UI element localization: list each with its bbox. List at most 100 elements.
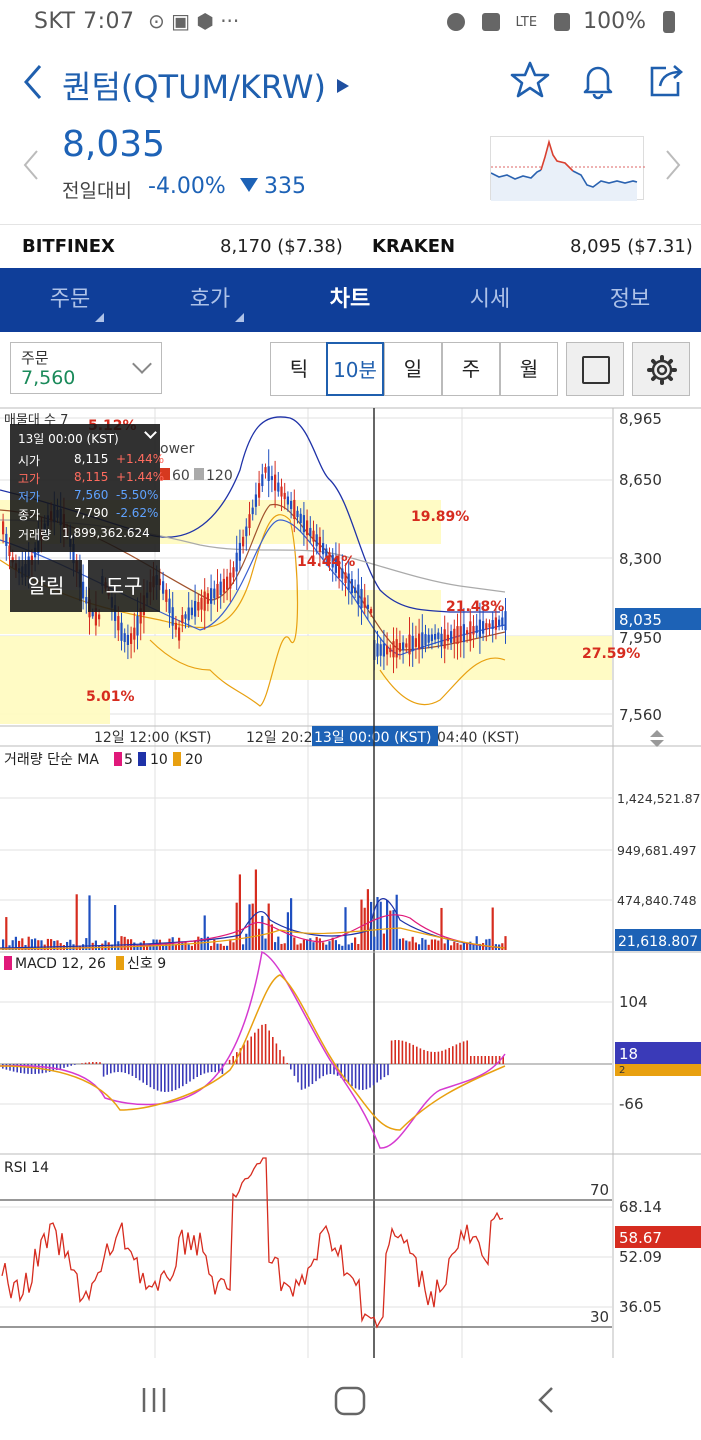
macd-bar (138, 1064, 141, 1081)
prev-coin-icon[interactable] (22, 148, 40, 191)
volume-bar (226, 945, 229, 950)
macd-bar (304, 1064, 306, 1089)
mini-chart[interactable] (490, 136, 645, 201)
volume-bar (280, 943, 283, 950)
volume-bar (389, 910, 392, 950)
candle-body (184, 614, 187, 619)
volume-bar (440, 907, 443, 950)
macd-bar (279, 1049, 281, 1064)
alarm-button[interactable]: 알림 (10, 560, 82, 612)
macd-bar (261, 1024, 263, 1064)
volume-bar (232, 942, 235, 950)
chevron-down-icon (132, 354, 152, 374)
bell-icon[interactable] (578, 60, 618, 100)
macd-bar (178, 1064, 180, 1089)
period-month[interactable]: 월 (500, 342, 558, 396)
tooltip-low: 저가 7,560 -5.50% (18, 488, 159, 504)
candle-body (123, 633, 126, 643)
candle-body (411, 635, 414, 652)
macd-axis-label: 104 (619, 993, 648, 1011)
macd-bar (354, 1064, 357, 1089)
volume-axis-label: 949,681.497 (617, 843, 697, 858)
candle-body (91, 611, 94, 617)
volume-bar (229, 939, 232, 950)
panel-resize-icon[interactable] (650, 730, 664, 747)
macd-signal-legend: 신호 9 (127, 956, 166, 972)
chevron-down-icon[interactable] (144, 426, 157, 439)
tab-chart[interactable]: 차트 (280, 268, 420, 332)
battery-percent: 100% (583, 9, 646, 34)
candle-body (187, 607, 190, 621)
macd-bar (376, 1064, 378, 1083)
recent-apps-icon[interactable] (142, 1388, 166, 1412)
coin-selector-caret-icon[interactable] (337, 79, 349, 93)
next-coin-icon[interactable] (664, 148, 682, 191)
legend-fragment: ower (160, 441, 195, 457)
back-icon[interactable] (18, 62, 48, 102)
volume-bar (283, 943, 286, 950)
macd-bar (272, 1037, 274, 1064)
tooltip-open: 시가 8,115 +1.44% (18, 452, 165, 468)
home-icon[interactable] (334, 1386, 366, 1416)
period-day[interactable]: 일 (384, 342, 442, 396)
fullscreen-button[interactable] (566, 342, 624, 396)
candle-body (427, 634, 430, 643)
macd-bar (448, 1047, 450, 1064)
page-title[interactable]: 퀀텀(QTUM/KRW) (62, 62, 326, 108)
volume-bar (338, 944, 341, 950)
period-tick[interactable]: 틱 (270, 342, 328, 396)
volume-ma-10: 10 (150, 752, 168, 768)
candle-body (206, 593, 209, 604)
current-price: 8,035 (62, 124, 166, 165)
change-value: 335 (240, 174, 306, 199)
volume-bar (459, 944, 462, 950)
macd-bar (210, 1064, 213, 1073)
tab-order[interactable]: 주문 (0, 268, 140, 332)
volume-bar (334, 940, 337, 950)
macd-bar (318, 1064, 321, 1079)
candle-body (363, 597, 366, 608)
macd-bar (491, 1056, 494, 1064)
back-nav-icon[interactable] (538, 1387, 553, 1413)
macd-bar (142, 1064, 144, 1083)
macd-bar (412, 1044, 414, 1064)
candle-body (322, 542, 325, 555)
candle-body (261, 474, 264, 487)
star-icon[interactable] (510, 60, 550, 100)
macd-bar (452, 1046, 454, 1064)
candle-body (392, 641, 395, 658)
volume-bar (437, 940, 440, 950)
candle-body (235, 552, 238, 572)
exchange-name: BITFINEX (22, 236, 115, 257)
period-10min[interactable]: 10분 (326, 342, 384, 396)
macd-bar (92, 1062, 94, 1064)
time-label: 12일 12:00 (KST) (94, 730, 211, 746)
macd-bar (326, 1064, 328, 1075)
tab-orderbook[interactable]: 호가 (140, 268, 280, 332)
candle-body (286, 496, 289, 505)
candle-body (203, 591, 206, 611)
volume-badge: 21,618.807 (618, 934, 698, 950)
share-icon[interactable] (646, 60, 686, 100)
tools-button[interactable]: 도구 (88, 560, 160, 612)
volume-bar (219, 943, 222, 950)
main-tabs: 주문 호가 차트 시세 정보 (0, 268, 701, 332)
macd-bar (459, 1042, 461, 1064)
system-nav-bar (0, 1360, 701, 1440)
macd-bar (81, 1063, 83, 1064)
macd-bar (430, 1051, 432, 1064)
square-icon (582, 356, 610, 384)
period-week[interactable]: 주 (442, 342, 500, 396)
macd-bar (264, 1024, 267, 1064)
candle-body (248, 514, 251, 529)
volume-bar (290, 898, 293, 950)
macd-bar (311, 1064, 314, 1085)
tab-info[interactable]: 정보 (560, 268, 700, 332)
settings-button[interactable] (632, 342, 690, 396)
order-price-select[interactable]: 주문 7,560 (10, 342, 162, 394)
volume-bar (424, 939, 427, 950)
macd-bar (390, 1040, 393, 1064)
candle-body (290, 500, 293, 510)
tab-quotes[interactable]: 시세 (420, 268, 560, 332)
candle-body (488, 623, 491, 628)
